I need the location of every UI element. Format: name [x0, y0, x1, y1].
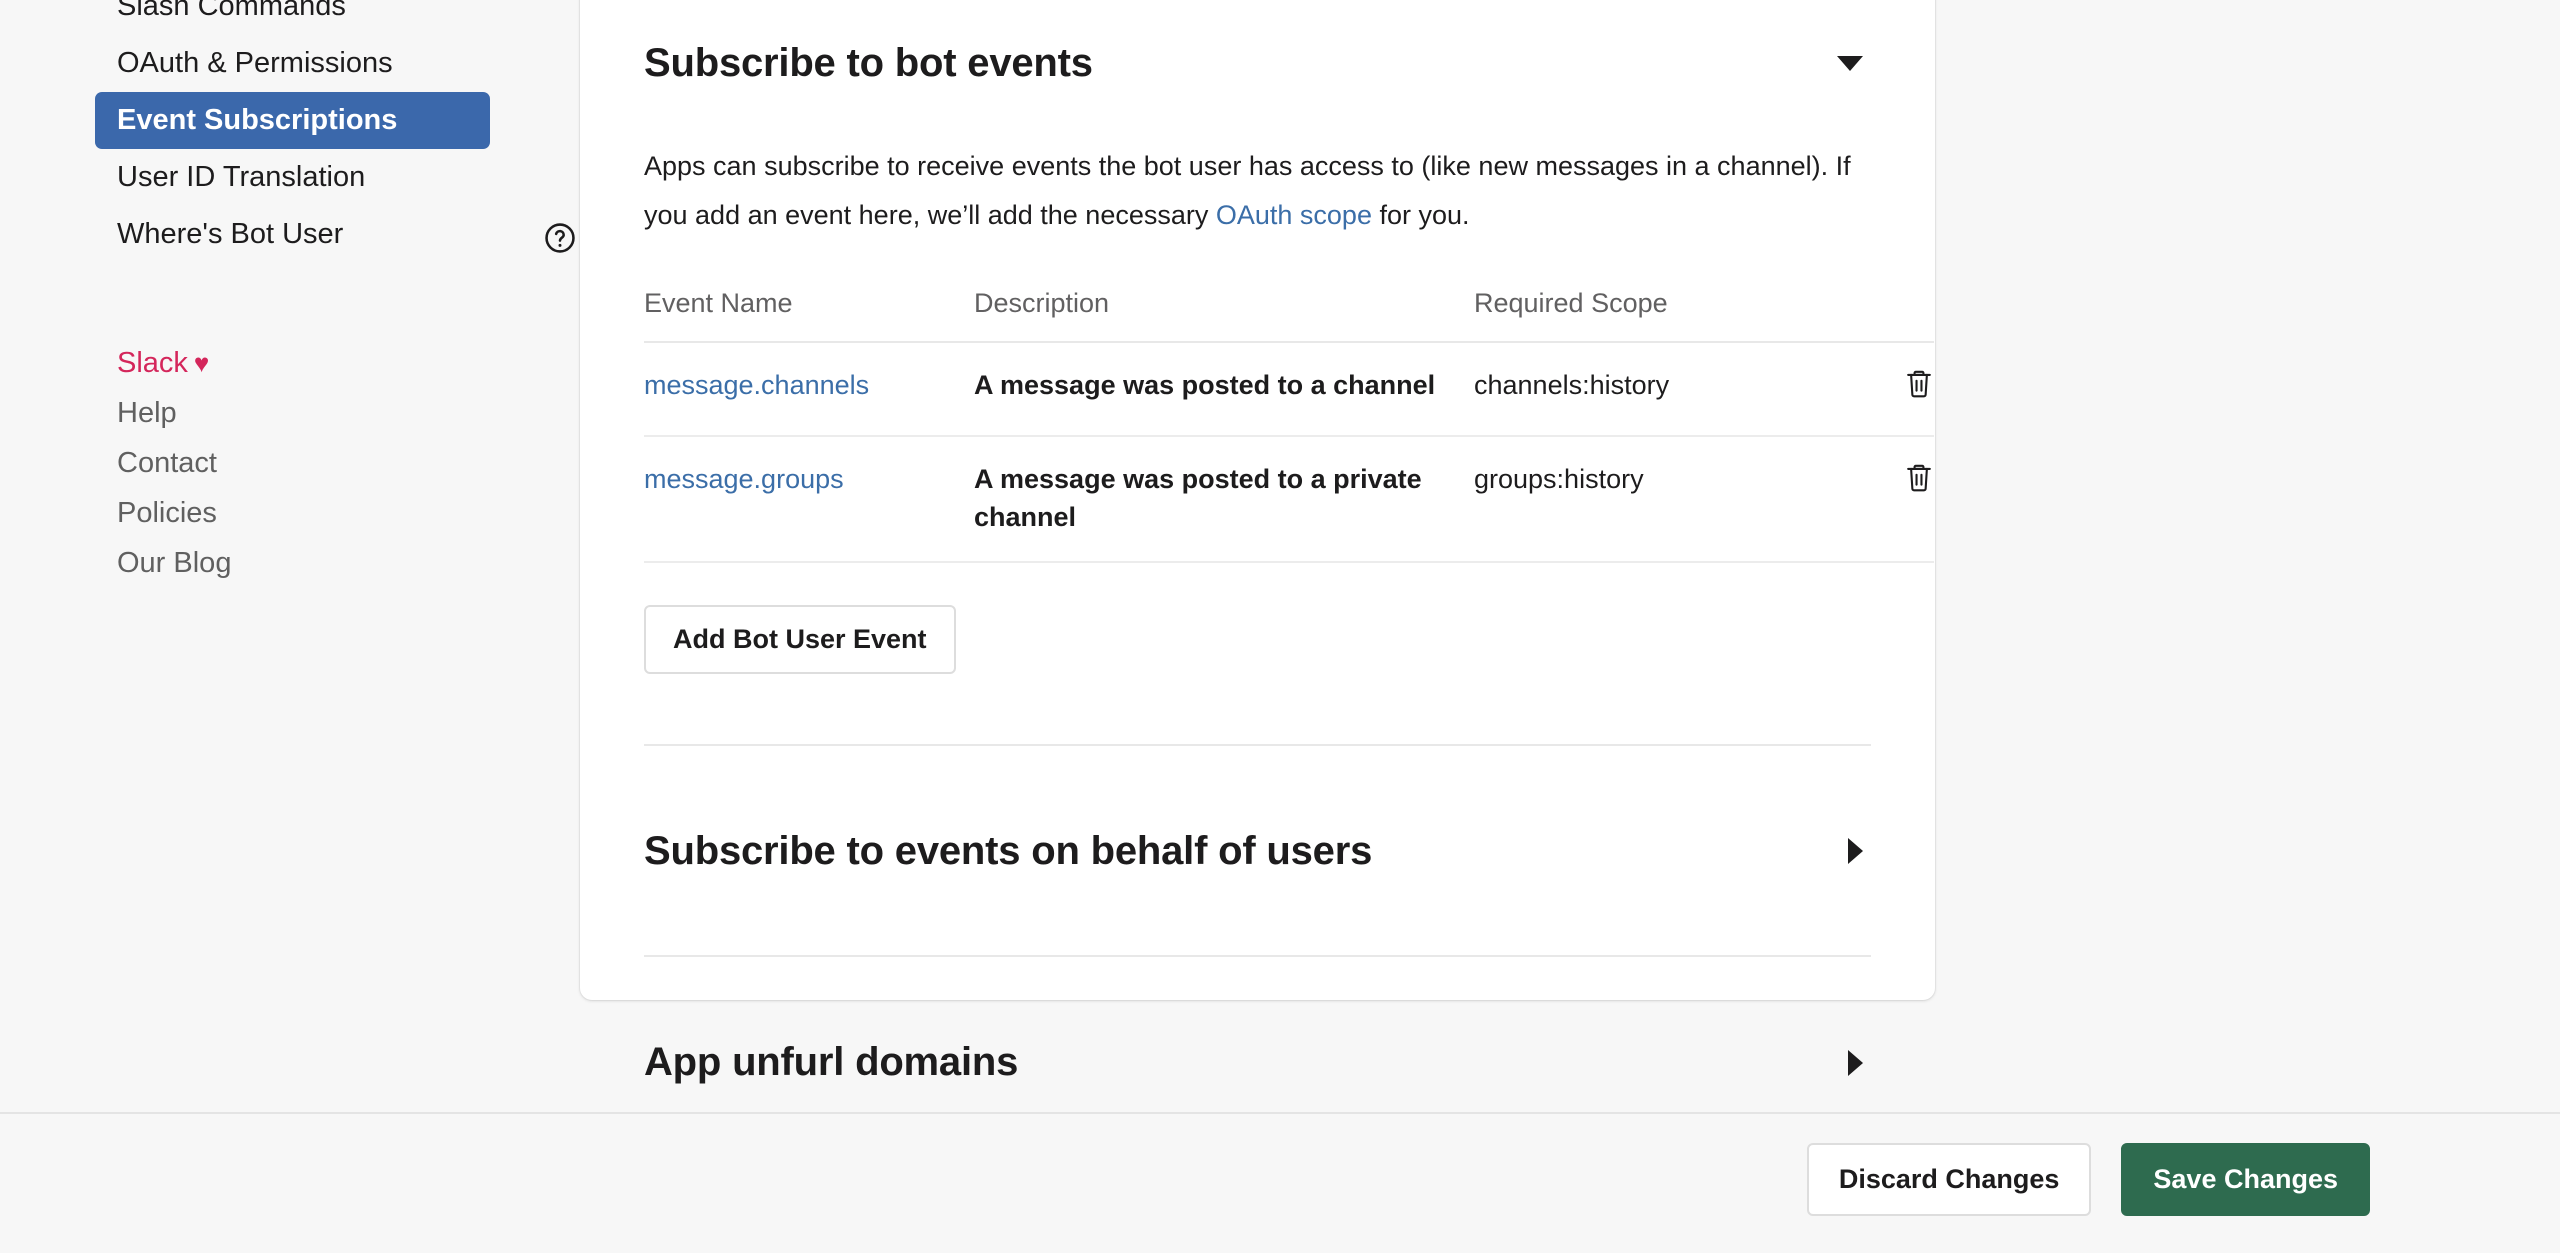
event-subscriptions-card: Subscribe to bot events Apps can subscri… [580, 0, 1935, 1084]
discard-changes-button[interactable]: Discard Changes [1806, 1143, 2092, 1216]
section-header-app-unfurl-domains[interactable]: App unfurl domains [644, 957, 1871, 1112]
cell-description: A message was posted to a channel [974, 341, 1474, 437]
app-page: Slash Commands OAuth & Permissions Event… [0, 0, 2560, 1112]
bot-events-section-header[interactable]: Subscribe to bot events [644, 0, 1871, 113]
section-title: Subscribe to events on behalf of users [644, 828, 1373, 873]
cell-required-scope: groups:history [1474, 435, 1784, 563]
column-header-actions [1784, 287, 1934, 343]
sidebar-item-wheres-bot-user[interactable]: Where's Bot User [95, 206, 575, 263]
footer-link-slack[interactable]: Slack ♥ [117, 338, 517, 388]
table-row: message.channels A message was posted to… [644, 341, 1934, 437]
bot-events-description: Apps can subscribe to receive events the… [644, 142, 1869, 240]
table-header-row: Event Name Description Required Scope [644, 287, 1934, 343]
heart-icon: ♥ [193, 348, 210, 378]
footer-link-contact[interactable]: Contact [117, 438, 517, 488]
event-name-link[interactable]: message.channels [644, 370, 869, 400]
help-circle-icon[interactable] [543, 218, 577, 253]
sidebar-item-label: Slash Commands [117, 0, 346, 22]
page-title: Subscribe to bot events [644, 40, 1093, 85]
chevron-right-icon[interactable] [1848, 1049, 1863, 1076]
sidebar-item-user-id-translation[interactable]: User ID Translation [95, 149, 515, 206]
sidebar-item-label: Where's Bot User [117, 218, 344, 250]
sidebar-footer-links: Slack ♥ Help Contact Policies Our Blog [117, 338, 517, 588]
footer-link-help[interactable]: Help [117, 388, 517, 438]
sidebar-item-oauth-permissions[interactable]: OAuth & Permissions [95, 35, 515, 92]
description-text-after: for you. [1371, 199, 1470, 230]
chevron-down-icon[interactable] [1837, 55, 1863, 71]
trash-icon[interactable] [1904, 462, 1934, 504]
footer-link-our-blog[interactable]: Our Blog [117, 538, 517, 588]
cell-actions [1784, 435, 1934, 563]
column-header-required-scope: Required Scope [1474, 287, 1784, 343]
sidebar-item-label: Event Subscriptions [117, 104, 398, 136]
section-header-subscribe-on-behalf-of-users[interactable]: Subscribe to events on behalf of users [644, 746, 1871, 957]
sidebar-item-event-subscriptions[interactable]: Event Subscriptions [95, 92, 490, 149]
section-title: App unfurl domains [644, 1040, 1019, 1085]
save-changes-button[interactable]: Save Changes [2121, 1143, 2370, 1216]
footer-link-label: Slack [117, 347, 188, 379]
bot-events-table: Event Name Description Required Scope me… [644, 287, 1934, 563]
sidebar: Slash Commands OAuth & Permissions Event… [0, 0, 575, 1112]
sidebar-item-slash-commands[interactable]: Slash Commands [95, 0, 515, 35]
footer-link-policies[interactable]: Policies [117, 488, 517, 538]
cell-event-name: message.channels [644, 341, 974, 437]
add-bot-user-event-button[interactable]: Add Bot User Event [644, 604, 956, 674]
table-body: message.channels A message was posted to… [644, 341, 1934, 563]
column-header-event-name: Event Name [644, 287, 974, 343]
cell-event-name: message.groups [644, 435, 974, 563]
sidebar-item-label: OAuth & Permissions [117, 47, 393, 79]
oauth-scope-link[interactable]: OAuth scope [1216, 200, 1372, 230]
trash-icon[interactable] [1904, 368, 1934, 410]
action-bar-buttons: Discard Changes Save Changes [1806, 1143, 2370, 1216]
column-header-description: Description [974, 287, 1474, 343]
table-row: message.groups A message was posted to a… [644, 435, 1934, 563]
sidebar-item-label: User ID Translation [117, 161, 366, 193]
cell-actions [1784, 341, 1934, 437]
event-name-link[interactable]: message.groups [644, 464, 844, 494]
cell-required-scope: channels:history [1474, 341, 1784, 437]
sidebar-nav-list: Slash Commands OAuth & Permissions Event… [95, 0, 575, 263]
chevron-right-icon[interactable] [1848, 838, 1863, 865]
cell-description: A message was posted to a private channe… [974, 435, 1474, 563]
table-header: Event Name Description Required Scope [644, 287, 1934, 343]
bottom-action-bar: Discard Changes Save Changes [0, 1112, 2560, 1253]
